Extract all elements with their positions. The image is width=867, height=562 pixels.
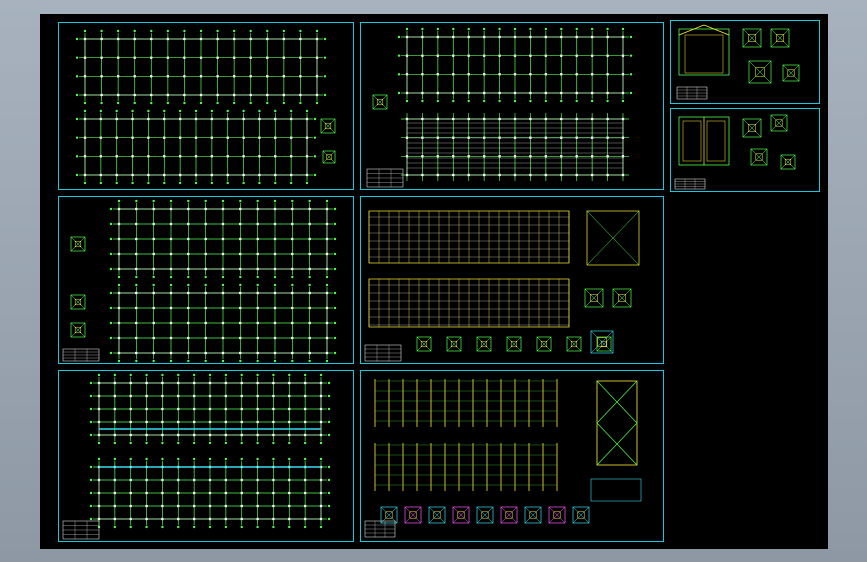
drawing-canvas[interactable] bbox=[40, 14, 828, 549]
sheet-3-drawing bbox=[676, 24, 800, 100]
sheet-5-drawing bbox=[364, 210, 640, 362]
sheet-6[interactable] bbox=[670, 108, 820, 192]
sheet-7[interactable] bbox=[58, 370, 354, 542]
sheet-1-drawing bbox=[75, 29, 336, 185]
sheet-2-drawing bbox=[366, 27, 633, 188]
sheet-5[interactable] bbox=[360, 196, 664, 364]
sheet-1[interactable] bbox=[58, 22, 354, 190]
sheet-2[interactable] bbox=[360, 22, 664, 190]
sheet-3[interactable] bbox=[670, 20, 820, 104]
sheet-8[interactable] bbox=[360, 370, 664, 542]
sheet-4-drawing bbox=[62, 199, 337, 363]
sheet-6-drawing bbox=[674, 114, 796, 190]
sheet-8-drawing bbox=[364, 379, 642, 538]
sheet-4[interactable] bbox=[58, 196, 354, 364]
sheet-7-drawing bbox=[62, 373, 331, 540]
